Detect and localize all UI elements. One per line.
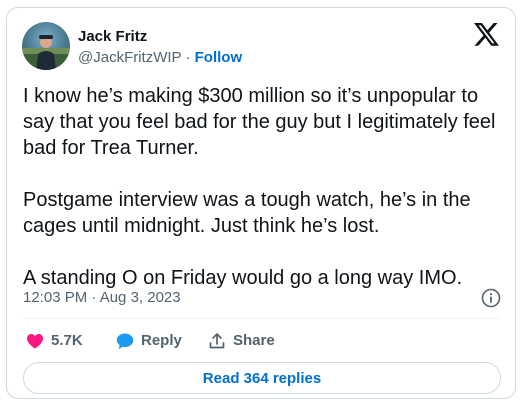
share-upload-icon bbox=[209, 333, 225, 349]
read-replies-button[interactable]: Read 364 replies bbox=[23, 362, 501, 394]
info-icon[interactable] bbox=[481, 288, 501, 308]
display-name[interactable]: Jack Fritz bbox=[78, 27, 242, 46]
heart-icon bbox=[27, 334, 43, 349]
reply-label: Reply bbox=[141, 332, 182, 349]
like-count: 5.7K bbox=[51, 332, 83, 349]
handle-separator: · bbox=[181, 49, 195, 66]
share-button[interactable]: Share bbox=[207, 324, 275, 358]
share-label: Share bbox=[233, 332, 275, 349]
follow-button[interactable]: Follow bbox=[195, 49, 243, 66]
tweet-card: Jack Fritz @JackFritzWIP · Follow I know… bbox=[6, 7, 516, 399]
tweet-paragraph: Postgame interview was a tough watch, he… bbox=[23, 189, 471, 237]
divider bbox=[23, 318, 501, 319]
author-block: Jack Fritz @JackFritzWIP · Follow bbox=[78, 27, 242, 68]
handle-line: @JackFritzWIP · Follow bbox=[78, 48, 242, 68]
tweet-text: I know he’s making $300 million so it’s … bbox=[23, 83, 503, 291]
tweet-meta: 12:03 PM · Aug 3, 2023 bbox=[23, 287, 501, 309]
avatar[interactable] bbox=[22, 22, 70, 70]
reply-button[interactable]: Reply bbox=[115, 324, 182, 358]
x-logo-icon[interactable] bbox=[474, 23, 499, 46]
tweet-paragraph: I know he’s making $300 million so it’s … bbox=[23, 85, 496, 159]
like-button[interactable]: 5.7K bbox=[25, 324, 83, 358]
avatar-photo bbox=[22, 35, 70, 70]
user-handle[interactable]: @JackFritzWIP bbox=[78, 49, 181, 66]
tweet-timestamp[interactable]: 12:03 PM · Aug 3, 2023 bbox=[23, 287, 181, 309]
action-bar: 5.7K Reply Share bbox=[23, 324, 501, 358]
speech-bubble-icon bbox=[116, 333, 134, 349]
